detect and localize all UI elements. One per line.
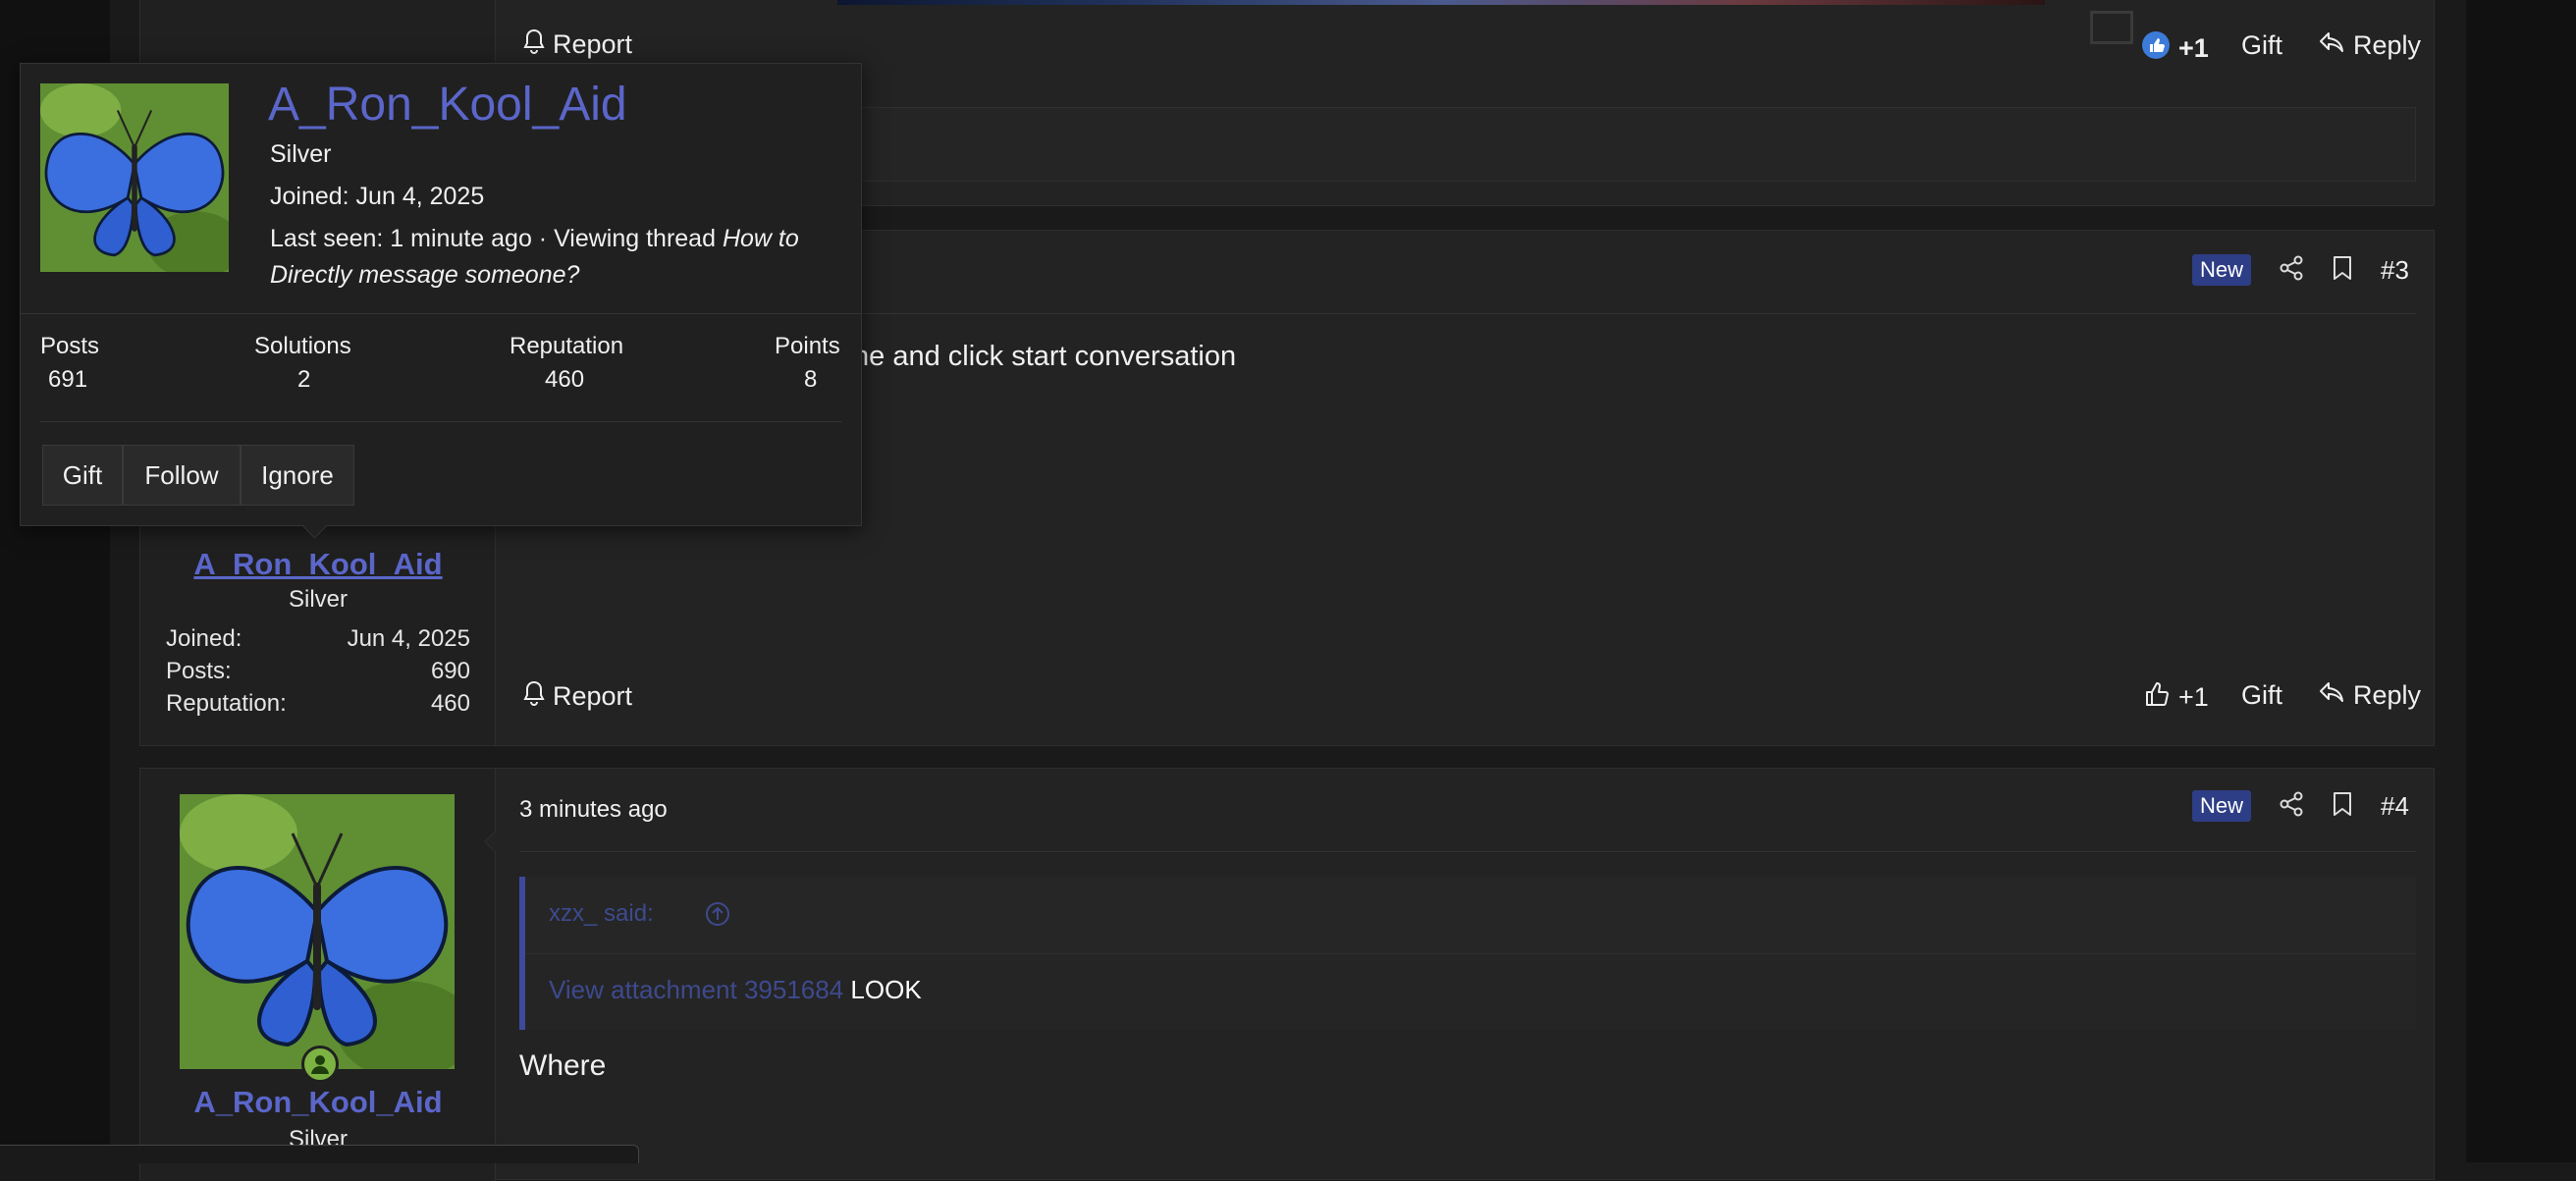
stat-value: 691 xyxy=(48,366,88,393)
quote-body: View attachment 3951684 LOOK xyxy=(549,975,922,1005)
meta-joined: Joined: Jun 4, 2025 xyxy=(166,625,470,658)
post-4-header-divider xyxy=(519,851,2416,852)
stat-value: 2 xyxy=(297,366,311,393)
report-label: Report xyxy=(553,681,633,711)
last-seen-text: Last seen: 1 minute ago · Viewing thread xyxy=(270,225,723,252)
attachment-image-strip xyxy=(837,0,2045,5)
stat-value: 460 xyxy=(545,366,585,393)
thumbs-up-icon xyxy=(2143,680,2171,715)
stat-label: Reputation xyxy=(510,333,624,359)
like-button[interactable]: +1 xyxy=(2141,30,2209,67)
gift-button[interactable]: Gift xyxy=(42,445,123,506)
gift-button[interactable]: Gift xyxy=(2241,680,2282,711)
bookmark-icon[interactable] xyxy=(2332,255,2353,286)
post-4-avatar[interactable] xyxy=(180,794,455,1069)
attachment-link[interactable]: View attachment 3951684 xyxy=(549,975,843,1004)
post-4: A_Ron_Kool_Aid Silver 3 minutes ago New … xyxy=(139,768,2435,1181)
hover-card-avatar[interactable] xyxy=(40,83,229,272)
stat-reputation: Reputation 460 xyxy=(510,333,686,394)
like-count: +1 xyxy=(2178,33,2209,63)
post-number-link[interactable]: #3 xyxy=(2381,255,2409,286)
report-label: Report xyxy=(553,29,633,59)
online-status-icon xyxy=(301,1046,339,1083)
like-count: +1 xyxy=(2178,682,2209,712)
gift-button[interactable]: Gift xyxy=(2241,30,2282,61)
bookmark-icon[interactable] xyxy=(2332,791,2353,822)
hover-card-last-seen: Last seen: 1 minute ago · Viewing thread… xyxy=(270,221,849,294)
post-3-author-link[interactable]: A_Ron_Kool_Aid xyxy=(140,547,496,582)
post-3-rank: Silver xyxy=(288,586,348,613)
meta-value: 690 xyxy=(430,658,470,684)
hover-card-username[interactable]: A_Ron_Kool_Aid xyxy=(268,78,627,132)
post-3-body: ne and click start conversation xyxy=(853,341,1237,372)
stat-label: Solutions xyxy=(254,333,351,359)
reply-label: Reply xyxy=(2353,30,2422,60)
post-3-meta: Joined: Jun 4, 2025 Posts: 690 Reputatio… xyxy=(166,625,470,723)
report-button[interactable]: Report xyxy=(523,28,632,61)
jump-to-quote-icon[interactable] xyxy=(704,900,731,933)
bell-icon xyxy=(523,680,545,713)
bell-icon xyxy=(523,28,545,61)
quote-block: xzx_ said: View attachment 3951684 LOOK xyxy=(519,877,2416,1030)
meta-label: Reputation: xyxy=(166,690,287,717)
gift-label: Gift xyxy=(2241,680,2283,710)
hover-card-joined: Joined: Jun 4, 2025 xyxy=(270,183,485,210)
meta-value: 460 xyxy=(430,690,470,717)
quote-header: xzx_ said: xyxy=(525,877,2416,954)
post-3-header-actions: New #3 xyxy=(2192,254,2409,286)
link-status-bar xyxy=(0,1145,639,1163)
new-badge: New xyxy=(2192,254,2252,286)
meta-reputation: Reputation: 460 xyxy=(166,690,470,723)
stat-value: 8 xyxy=(804,366,818,393)
meta-value: Jun 4, 2025 xyxy=(347,625,470,652)
stat-posts: Posts 691 xyxy=(40,333,158,394)
post-number-link[interactable]: #4 xyxy=(2381,791,2409,822)
post-4-author-link[interactable]: A_Ron_Kool_Aid xyxy=(140,1085,496,1120)
gift-label: Gift xyxy=(2241,30,2283,60)
reply-label: Reply xyxy=(2353,680,2422,710)
reply-button[interactable]: Reply xyxy=(2318,30,2421,61)
reply-arrow-icon xyxy=(2318,30,2345,61)
stat-points: Points 8 xyxy=(775,333,853,394)
meta-posts: Posts: 690 xyxy=(166,658,470,690)
post-4-user-column: A_Ron_Kool_Aid Silver xyxy=(140,769,496,1181)
reply-arrow-icon xyxy=(2318,680,2345,711)
post-4-body: Where xyxy=(519,1049,607,1082)
reply-button[interactable]: Reply xyxy=(2318,680,2421,711)
share-icon[interactable] xyxy=(2279,255,2304,286)
share-icon[interactable] xyxy=(2279,791,2304,822)
meta-label: Joined: xyxy=(166,625,242,652)
thumbs-up-filled-icon xyxy=(2141,30,2171,67)
quote-text: LOOK xyxy=(850,975,922,1004)
stat-solutions: Solutions 2 xyxy=(254,333,431,394)
report-button[interactable]: Report xyxy=(523,680,632,713)
hover-card-divider-top xyxy=(21,313,861,314)
picture-in-picture-icon[interactable] xyxy=(2090,11,2133,44)
hover-card-rank: Silver xyxy=(270,140,332,168)
butterfly-avatar-image xyxy=(180,794,455,1069)
butterfly-avatar-image xyxy=(40,83,229,272)
stat-label: Posts xyxy=(40,333,100,359)
like-button[interactable]: +1 xyxy=(2143,680,2209,715)
stat-label: Points xyxy=(775,333,840,359)
post-4-time[interactable]: 3 minutes ago xyxy=(519,796,668,824)
user-hover-card: A_Ron_Kool_Aid Silver Joined: Jun 4, 202… xyxy=(20,63,862,526)
new-badge: New xyxy=(2192,790,2252,822)
meta-label: Posts: xyxy=(166,658,232,684)
quote-author-link[interactable]: xzx_ said: xyxy=(549,900,654,928)
follow-button[interactable]: Follow xyxy=(123,445,241,506)
post-4-header-actions: New #4 xyxy=(2192,790,2409,822)
right-gutter xyxy=(2466,0,2576,1162)
ignore-button[interactable]: Ignore xyxy=(241,445,354,506)
hover-card-divider-bottom xyxy=(40,421,841,422)
